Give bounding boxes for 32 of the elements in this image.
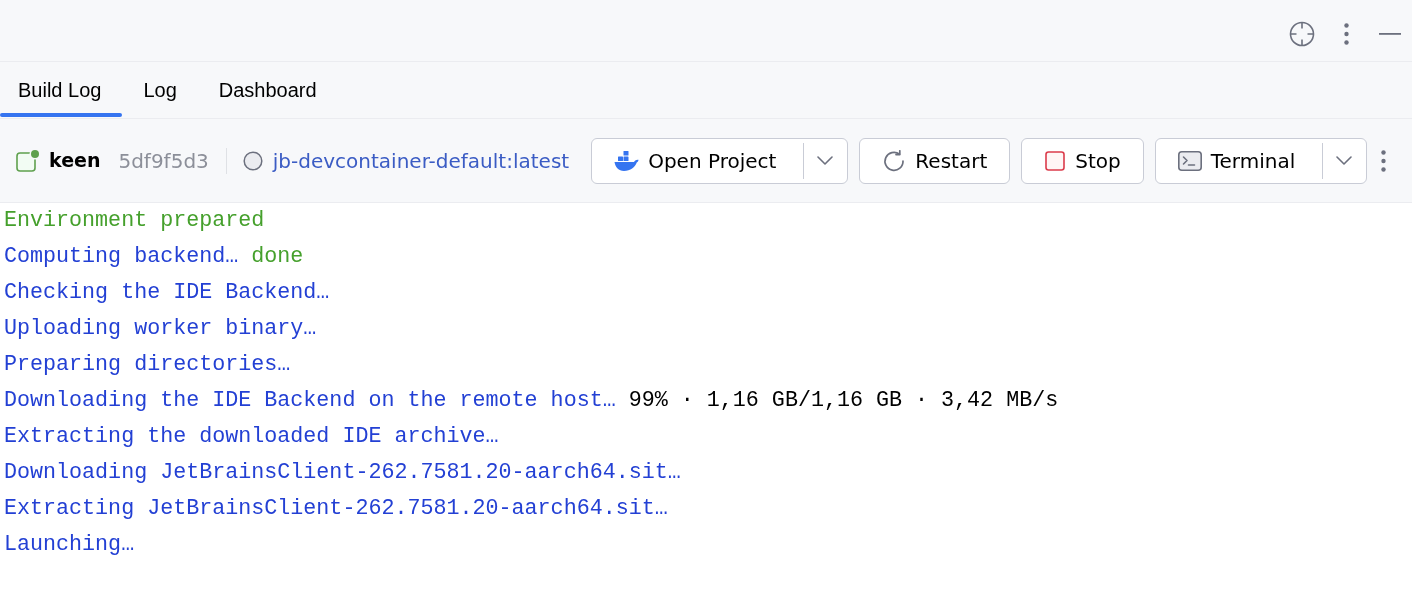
terminal-button[interactable]: Terminal bbox=[1155, 138, 1323, 183]
tab[interactable]: Build Log bbox=[0, 62, 123, 118]
whale-icon bbox=[614, 150, 640, 171]
more-options-icon[interactable] bbox=[1381, 149, 1387, 172]
log-line: Launching… bbox=[4, 531, 136, 559]
split-button[interactable]: Terminal bbox=[1154, 137, 1368, 184]
log-line: Downloading the IDE Backend on the remote host… 99% · 1,16 GB/1,16 GB · 3,42 MB/s bbox=[4, 387, 1060, 415]
circle-icon bbox=[242, 150, 263, 171]
log-line: Checking the IDE Backend… bbox=[4, 279, 331, 307]
stop-button[interactable]: Stop bbox=[1021, 137, 1144, 184]
image-link[interactable]: jb-devcontainer-default:latest bbox=[272, 145, 570, 176]
open-project-button[interactable]: Open Project bbox=[592, 138, 804, 183]
caret-icon bbox=[817, 156, 834, 165]
circular-arrow-icon bbox=[883, 149, 906, 172]
container-name: keen bbox=[49, 148, 101, 174]
log-line: Environment prepared bbox=[4, 207, 266, 235]
tab[interactable]: Dashboard bbox=[197, 62, 338, 118]
log-line: Extracting the downloaded IDE archive… bbox=[4, 423, 500, 451]
log-line: Uploading worker binary… bbox=[4, 315, 318, 343]
log-line: Extracting JetBrainsClient-262.7581.20-aarch64.sit… bbox=[4, 495, 669, 523]
log-line: Computing backend… done bbox=[4, 243, 305, 271]
split-button[interactable]: Open Project bbox=[591, 137, 849, 184]
terminal-icon bbox=[1177, 150, 1202, 171]
restart-button[interactable]: Restart bbox=[859, 137, 1011, 184]
log-line: Downloading JetBrainsClient-262.7581.20-aarch64.sit… bbox=[4, 459, 682, 487]
caret-icon bbox=[1336, 156, 1353, 165]
container-id: 5df9f5d3 bbox=[118, 147, 209, 175]
stop-icon bbox=[1045, 150, 1066, 171]
log-line: Preparing directories… bbox=[4, 351, 292, 379]
crosshair-icon[interactable] bbox=[1289, 21, 1315, 47]
tab[interactable]: Log bbox=[122, 62, 198, 118]
more-options-icon[interactable] bbox=[1344, 23, 1349, 45]
